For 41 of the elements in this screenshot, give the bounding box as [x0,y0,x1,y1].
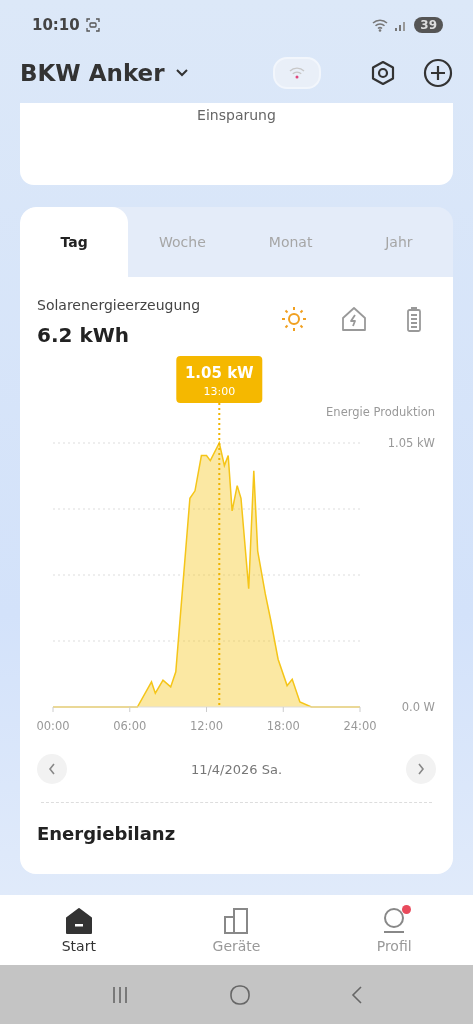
x-tick-label: 24:00 [343,719,377,733]
y-tick-label: 1.05 kW [387,436,435,450]
wifi-status-pill[interactable] [273,57,321,89]
series-label: Energie Produktion [326,405,435,419]
home-icon[interactable] [228,983,251,1006]
nav-tab[interactable]: Start [0,895,158,965]
settings-icon[interactable] [369,59,397,87]
add-icon[interactable] [423,58,453,88]
plant-selector[interactable]: BKW Anker [20,60,165,86]
sun-icon[interactable] [280,305,308,333]
battery-indicator: 39 [414,17,443,33]
wifi-icon [288,66,306,80]
status-time: 10:10 [32,16,80,34]
x-tick-label: 12:00 [189,719,224,733]
wifi-icon [372,18,389,32]
period-tab[interactable]: Jahr [344,207,453,277]
chevron-left-icon [47,762,57,776]
x-tick-label: 18:00 [266,719,300,733]
screenshot-icon [85,18,100,32]
back-icon[interactable] [349,984,364,1005]
period-tab[interactable]: Monat [236,207,345,277]
production-value: 6.2 kWh [37,323,130,347]
chevron-right-icon [416,762,426,776]
previous-day-button[interactable] [37,754,67,784]
x-tick-label: 00:00 [37,719,70,733]
chevron-down-icon[interactable] [174,68,189,78]
tooltip-value: 1.05 kW [184,364,254,382]
date-label: 11/4/2026 Sa. [190,761,283,777]
period-tab[interactable]: Woche [128,207,237,277]
nav-tab[interactable]: Profil [315,895,473,965]
y-tick-label: 0.0 W [401,700,435,714]
savings-label: Einsparung [197,107,276,125]
next-day-button[interactable] [406,754,436,784]
tooltip-time: 13:00 [203,385,236,398]
period-tab[interactable]: Tag [20,207,129,277]
house-icon [63,906,94,935]
production-title: Solarenergieerzeugung [37,297,202,313]
nav-tab[interactable]: Geräte [157,895,316,965]
x-tick-label: 06:00 [113,719,147,733]
house-lightning-icon[interactable] [340,305,368,333]
section-title: Energiebilanz [37,823,177,844]
